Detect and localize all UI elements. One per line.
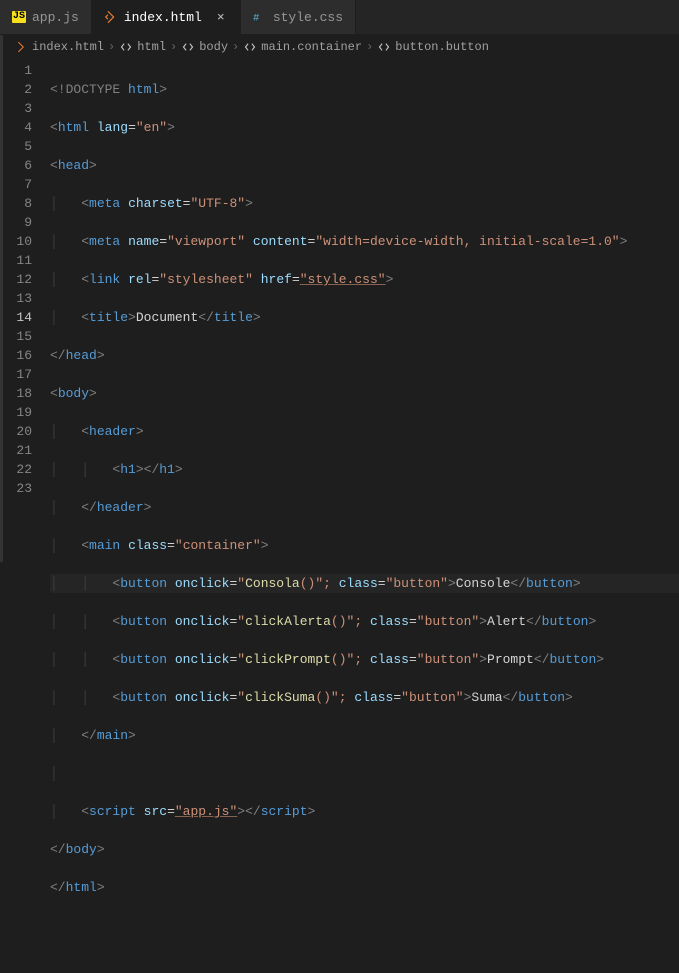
tab-label: app.js [32,10,79,25]
chevron-right-icon: › [366,40,373,54]
code-line[interactable]: │ │ <h1></h1> [50,460,679,479]
html-icon [14,40,28,54]
tab-index-html[interactable]: index.html × [92,0,241,34]
breadcrumb-label: button.button [395,40,489,54]
code-line[interactable] [50,916,679,935]
breadcrumb-file[interactable]: index.html [14,40,104,54]
svg-text:#: # [253,13,259,25]
code-line[interactable]: │ <title>Document</title> [50,308,679,327]
code-line[interactable]: </body> [50,840,679,859]
code-tag-icon [243,40,257,54]
code-line[interactable]: <!DOCTYPE html> [50,80,679,99]
css-icon: # [253,10,267,24]
line-gutter: 1234567891011121314151617181920212223 [0,61,50,973]
code-line[interactable]: │ </header> [50,498,679,517]
code-line[interactable]: </html> [50,878,679,897]
code-editor[interactable]: 1234567891011121314151617181920212223 <!… [0,59,679,973]
code-line[interactable]: │ │ <button onclick="clickPrompt()"; cla… [50,650,679,669]
breadcrumb-button[interactable]: button.button [377,40,489,54]
code-line[interactable]: │ <script src="app.js"></script> [50,802,679,821]
tab-app-js[interactable]: JS app.js [0,0,92,34]
code-line[interactable]: │ [50,764,679,783]
chevron-right-icon: › [108,40,115,54]
code-line[interactable]: │ │ <button onclick="clickAlerta()"; cla… [50,612,679,631]
html-icon [104,10,118,24]
breadcrumb-html[interactable]: html [119,40,166,54]
code-line[interactable]: │ </main> [50,726,679,745]
code-content[interactable]: <!DOCTYPE html> <html lang="en"> <head> … [50,61,679,973]
close-icon[interactable]: × [214,10,228,25]
tab-label: index.html [124,10,202,25]
breadcrumb-label: index.html [32,40,104,54]
breadcrumb-main[interactable]: main.container [243,40,362,54]
js-icon: JS [12,10,26,24]
code-line[interactable]: │ <header> [50,422,679,441]
code-line[interactable]: │ <link rel="stylesheet" href="style.css… [50,270,679,289]
code-line[interactable]: <body> [50,384,679,403]
code-tag-icon [181,40,195,54]
breadcrumb-label: main.container [261,40,362,54]
chevron-right-icon: › [232,40,239,54]
breadcrumb-label: body [199,40,228,54]
code-line[interactable]: </head> [50,346,679,365]
breadcrumb-label: html [137,40,166,54]
chevron-right-icon: › [170,40,177,54]
code-line[interactable]: <head> [50,156,679,175]
code-line[interactable]: │ <meta name="viewport" content="width=d… [50,232,679,251]
code-line[interactable]: │ │ <button onclick="clickSuma()"; class… [50,688,679,707]
code-tag-icon [377,40,391,54]
code-line[interactable]: <html lang="en"> [50,118,679,137]
breadcrumb-body[interactable]: body [181,40,228,54]
activity-bar-edge [0,35,3,562]
code-line[interactable]: │ <meta charset="UTF-8"> [50,194,679,213]
code-tag-icon [119,40,133,54]
editor-tabs: JS app.js index.html × # style.css [0,0,679,35]
tab-label: style.css [273,10,343,25]
breadcrumbs: index.html › html › body › main.containe… [0,35,679,59]
code-line[interactable]: │ <main class="container"> [50,536,679,555]
tab-style-css[interactable]: # style.css [241,0,356,34]
code-line[interactable]: │ │ <button onclick="Consola()"; class="… [50,574,679,593]
